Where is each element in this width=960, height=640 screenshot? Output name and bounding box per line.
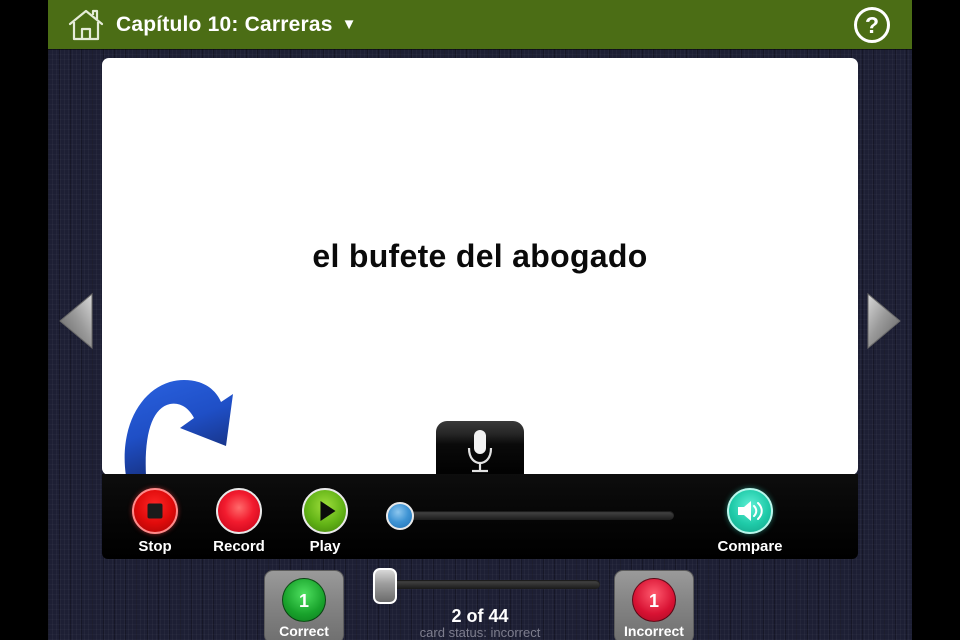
flashcard[interactable]: el bufete del abogado	[102, 58, 858, 475]
stop-icon	[132, 488, 178, 534]
card-progress-track[interactable]	[384, 580, 600, 589]
stop-button-label: Stop	[138, 538, 172, 555]
play-button-label: Play	[309, 538, 341, 555]
app-root: Capítulo 10: Carreras ▼ ? el bufete del a…	[0, 0, 960, 640]
chapter-title-text: Capítulo 10: Carreras	[116, 13, 333, 36]
play-icon	[302, 488, 348, 534]
top-navigation-bar: Capítulo 10: Carreras ▼ ?	[48, 0, 912, 49]
play-button[interactable]: Play	[298, 488, 352, 555]
flashcard-text: el bufete del abogado	[312, 238, 648, 274]
stop-button[interactable]: Stop	[128, 488, 182, 555]
chapter-title[interactable]: Capítulo 10: Carreras ▼	[116, 8, 357, 42]
compare-button[interactable]: Compare	[706, 488, 794, 555]
next-card-button[interactable]	[862, 290, 904, 352]
record-button-label: Record	[213, 538, 265, 555]
card-status: card status: incorrect	[419, 625, 541, 640]
volume-slider-track[interactable]	[404, 511, 674, 520]
chevron-down-icon: ▼	[341, 16, 357, 33]
speaker-icon	[727, 488, 773, 534]
help-button[interactable]: ?	[854, 7, 890, 43]
card-progress-thumb[interactable]	[373, 568, 397, 604]
previous-card-button[interactable]	[56, 290, 98, 352]
compare-button-label: Compare	[717, 538, 783, 555]
microphone-panel[interactable]	[436, 421, 524, 479]
record-button[interactable]: Record	[212, 488, 266, 555]
microphone-icon	[463, 429, 497, 475]
letterbox-right	[912, 0, 960, 640]
home-icon[interactable]	[64, 6, 108, 44]
volume-slider[interactable]	[386, 502, 676, 530]
volume-slider-thumb[interactable]	[386, 502, 414, 530]
card-counter: 2 of 44	[451, 606, 509, 626]
recorder-toolbar: Stop Record Play Compare	[102, 474, 858, 559]
record-icon	[216, 488, 262, 534]
letterbox-left	[0, 0, 48, 640]
card-progress-slider[interactable]	[362, 566, 602, 606]
app-stage: Capítulo 10: Carreras ▼ ? el bufete del a…	[48, 0, 912, 640]
